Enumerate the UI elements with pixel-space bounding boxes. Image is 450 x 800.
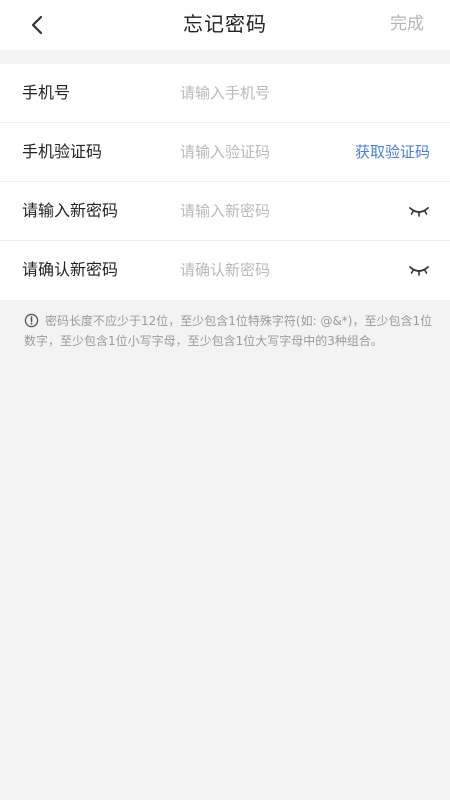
eye-closed-icon [409, 266, 429, 276]
eye-closed-icon [409, 207, 429, 217]
confirm-password-visibility-toggle[interactable] [408, 259, 430, 281]
new-password-row: 请输入新密码 [0, 182, 450, 241]
phone-input[interactable] [180, 78, 330, 108]
code-input[interactable] [180, 137, 330, 167]
password-rule-hint: 密码长度不应少于12位，至少包含1位特殊字符(如: @&*)，至少包含1位数字，… [24, 311, 434, 351]
code-row: 手机验证码 获取验证码 [0, 123, 450, 182]
code-label: 手机验证码 [22, 142, 103, 161]
password-rule-text: 密码长度不应少于12位，至少包含1位特殊字符(如: @&*)，至少包含1位数字，… [24, 314, 433, 348]
page-title: 忘记密码 [183, 12, 267, 36]
new-password-input[interactable] [180, 196, 330, 226]
confirm-password-input[interactable] [180, 255, 330, 285]
phone-row: 手机号 [0, 64, 450, 123]
confirm-password-row: 请确认新密码 [0, 241, 450, 300]
new-password-label: 请输入新密码 [22, 201, 119, 220]
info-icon [24, 313, 39, 328]
confirm-password-label: 请确认新密码 [22, 260, 119, 279]
new-password-visibility-toggle[interactable] [408, 200, 430, 222]
phone-label: 手机号 [22, 83, 71, 102]
forgot-password-page: 忘记密码 完成 手机号 手机验证码 获取验证码 请输入新密码 [0, 0, 450, 800]
get-code-button[interactable]: 获取验证码 [355, 123, 430, 182]
reset-form: 手机号 手机验证码 获取验证码 请输入新密码 请确认新密码 [0, 64, 450, 300]
done-button[interactable]: 完成 [390, 0, 424, 50]
nav-header: 忘记密码 完成 [0, 0, 450, 50]
